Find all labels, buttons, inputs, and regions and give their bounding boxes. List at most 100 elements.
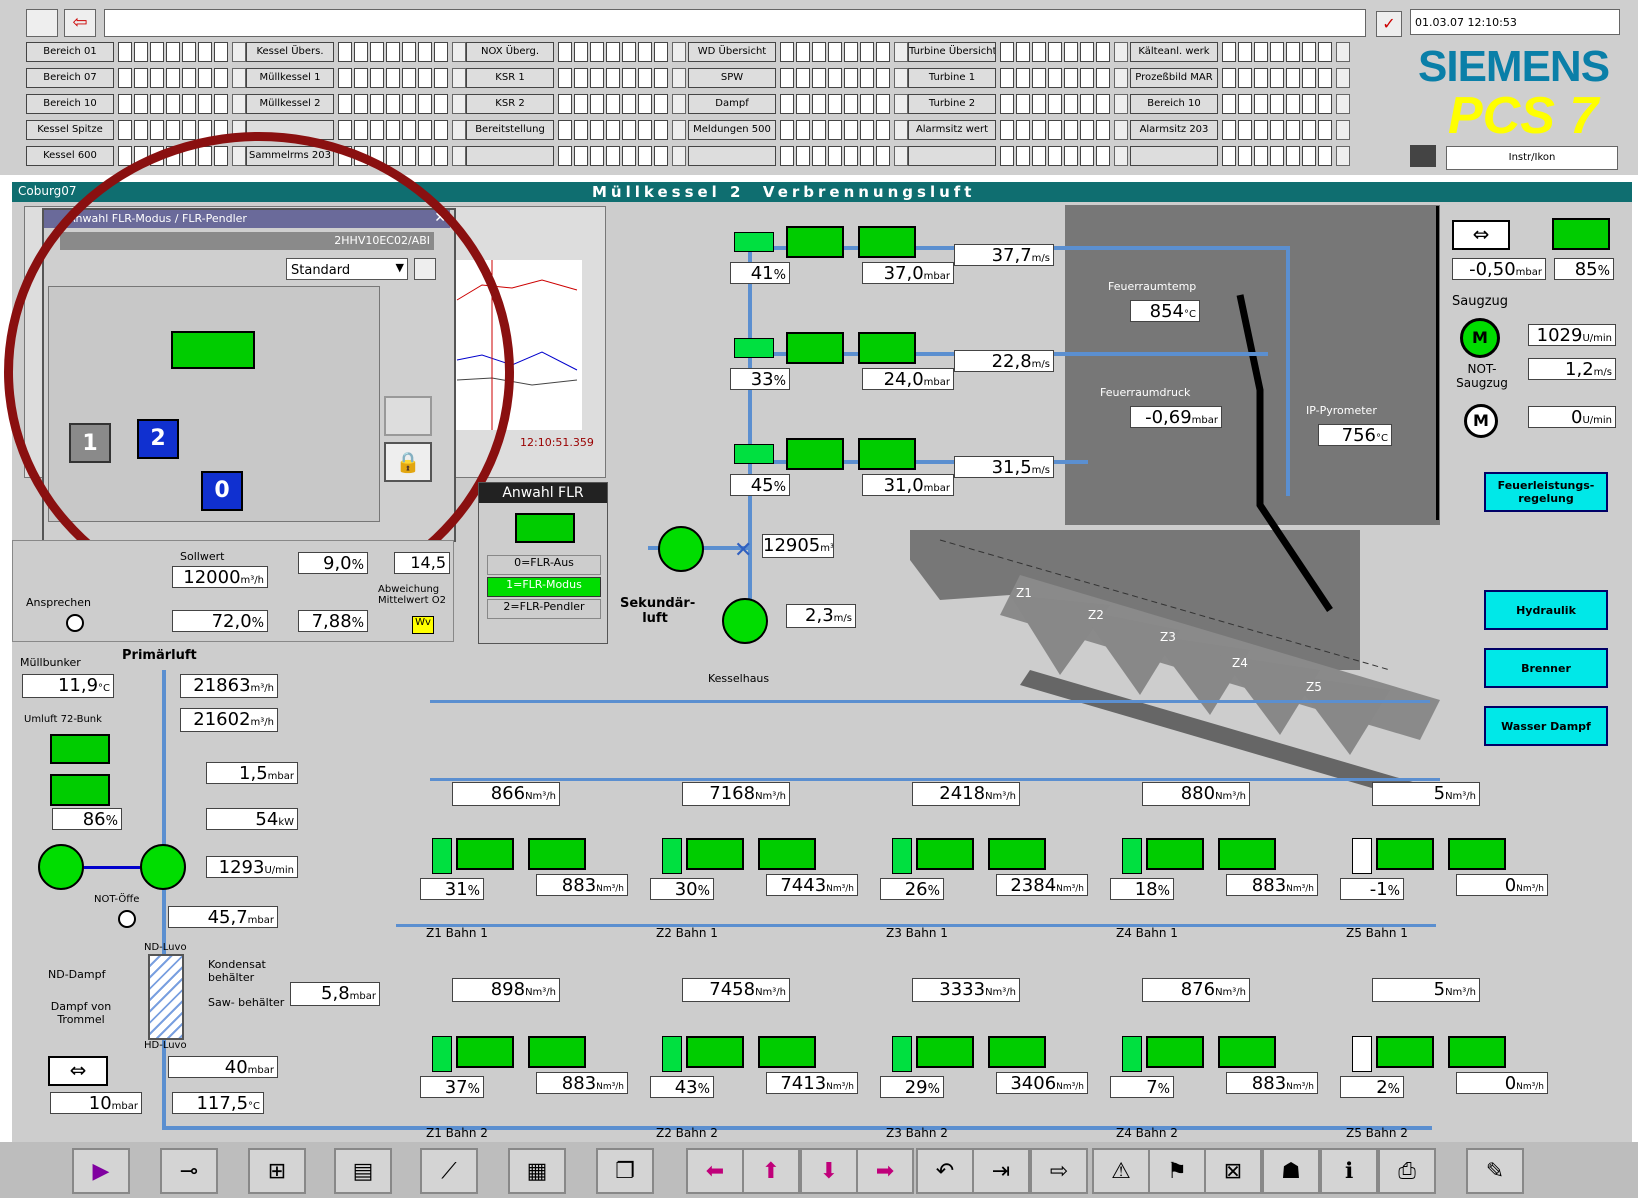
prim-damper[interactable]: ⇔ (48, 1056, 108, 1086)
area-button[interactable]: Kälteanl. werk (1130, 42, 1218, 62)
arrow-up-icon[interactable]: ⬆ (742, 1148, 800, 1194)
nav-arrow-icon[interactable] (452, 146, 466, 166)
back-icon[interactable]: ↶ (916, 1148, 974, 1194)
arrow-right-icon[interactable]: ➡ (856, 1148, 914, 1194)
zone-aux-valve[interactable] (432, 1036, 452, 1072)
nav-arrow-icon[interactable] (672, 68, 686, 88)
zone-shutoff-damper[interactable] (988, 1036, 1046, 1068)
nav-arrow-icon[interactable] (452, 42, 466, 62)
area-button[interactable]: KSR 1 (466, 68, 554, 88)
nav-arrow-icon[interactable] (672, 94, 686, 114)
zone-aux-valve[interactable] (432, 838, 452, 874)
hierarchy-icon[interactable]: ⊞ (248, 1148, 306, 1194)
zone-control-valve[interactable] (686, 1036, 744, 1068)
nav-arrow-icon[interactable] (232, 94, 246, 114)
anwahl-indicator[interactable] (515, 513, 575, 543)
zone-shutoff-damper[interactable] (1218, 1036, 1276, 1068)
nav-arrow-icon[interactable] (1336, 68, 1350, 88)
nav-arrow-icon[interactable] (894, 68, 908, 88)
fan-indicator[interactable] (734, 444, 774, 464)
nav-arrow-icon[interactable] (1336, 146, 1350, 166)
zone-shutoff-damper[interactable] (988, 838, 1046, 870)
ack-icon[interactable]: ✓ (1376, 11, 1402, 37)
prim-fan-2[interactable] (140, 844, 186, 890)
control-valve[interactable] (786, 226, 844, 258)
zone-aux-valve[interactable] (1122, 838, 1142, 874)
sec-fan-2[interactable] (722, 598, 768, 644)
area-button[interactable]: Kessel 600 (26, 146, 114, 166)
area-button[interactable]: Bereich 07 (26, 68, 114, 88)
brenner-button[interactable]: Brenner (1484, 648, 1608, 688)
area-button[interactable]: Meldungen 500 (688, 120, 776, 140)
nav-arrow-icon[interactable] (1114, 42, 1128, 62)
wasser-dampf-button[interactable]: Wasser Dampf (1484, 706, 1608, 746)
nav-arrow-icon[interactable] (894, 94, 908, 114)
zone-control-valve[interactable] (1376, 838, 1434, 870)
area-button[interactable]: KSR 2 (466, 94, 554, 114)
area-button[interactable]: Bereich 01 (26, 42, 114, 62)
zone-control-valve[interactable] (916, 838, 974, 870)
nav-arrow-icon[interactable] (1114, 68, 1128, 88)
zone-aux-valve[interactable] (1352, 838, 1372, 874)
alarm1-icon[interactable]: ⚠ (1092, 1148, 1150, 1194)
plug-icon[interactable]: ⊸ (160, 1148, 218, 1194)
area-button[interactable]: SPW (688, 68, 776, 88)
nav-arrow-icon[interactable] (1114, 146, 1128, 166)
nav-arrow-icon[interactable] (1336, 42, 1350, 62)
fan-indicator[interactable] (734, 338, 774, 358)
nav-arrow-icon[interactable] (894, 120, 908, 140)
anwahl-opt0[interactable]: 0=FLR-Aus (487, 555, 601, 575)
area-button[interactable]: Dampf (688, 94, 776, 114)
nav-arrow-icon[interactable] (452, 120, 466, 140)
area-button[interactable]: Alarmsitz 203 (1130, 120, 1218, 140)
log-icon[interactable]: ✎ (1466, 1148, 1524, 1194)
nav-arrow-icon[interactable] (1114, 120, 1128, 140)
zone-control-valve[interactable] (686, 838, 744, 870)
forward-icon[interactable]: ⇨ (1030, 1148, 1088, 1194)
not-oeffe-radio[interactable] (118, 910, 136, 928)
next-icon[interactable]: ⇥ (972, 1148, 1030, 1194)
area-button[interactable]: Bereich 10 (1130, 94, 1218, 114)
area-button[interactable]: WD Übersicht (688, 42, 776, 62)
zone-shutoff-damper[interactable] (758, 1036, 816, 1068)
alarm2-icon[interactable]: ⚑ (1148, 1148, 1206, 1194)
zone-control-valve[interactable] (456, 1036, 514, 1068)
anwahl-opt1[interactable]: 1=FLR-Modus (487, 577, 601, 597)
zone-shutoff-damper[interactable] (1448, 1036, 1506, 1068)
area-button[interactable] (466, 146, 554, 166)
zone-control-valve[interactable] (1146, 1036, 1204, 1068)
nav-arrow-icon[interactable] (672, 42, 686, 62)
nav-arrow-icon[interactable] (672, 120, 686, 140)
feuerleistung-button[interactable]: Feuerleistungs- regelung (1484, 472, 1608, 512)
zone-shutoff-damper[interactable] (528, 1036, 586, 1068)
sec-fan-1[interactable] (658, 526, 704, 572)
zone-aux-valve[interactable] (1122, 1036, 1142, 1072)
draft-damper[interactable]: ⇔ (1452, 220, 1510, 250)
area-button[interactable]: Bereitstellung (466, 120, 554, 140)
hydraulik-button[interactable]: Hydraulik (1484, 590, 1608, 630)
area-button[interactable]: Müllkessel 1 (246, 68, 334, 88)
fan-indicator[interactable] (734, 232, 774, 252)
saugzug-motor[interactable]: M (1460, 318, 1500, 358)
zone-aux-valve[interactable] (892, 838, 912, 874)
ansprechen-radio[interactable] (66, 614, 84, 632)
control-valve[interactable] (786, 438, 844, 470)
zone-shutoff-damper[interactable] (1218, 838, 1276, 870)
nav-arrow-icon[interactable] (1114, 94, 1128, 114)
arrow-down-icon[interactable]: ⬇ (800, 1148, 858, 1194)
sollwert-field[interactable]: 12000m³/h (172, 566, 268, 588)
alarm3-icon[interactable]: ⊠ (1204, 1148, 1262, 1194)
printer-icon[interactable]: ⎙ (1378, 1148, 1436, 1194)
area-button[interactable]: Prozeßbild MAR (1130, 68, 1218, 88)
picture-icon[interactable]: ▤ (334, 1148, 392, 1194)
area-button[interactable]: Kessel Spitze (26, 120, 114, 140)
zone-control-valve[interactable] (916, 1036, 974, 1068)
area-button[interactable]: Turbine 1 (908, 68, 996, 88)
zone-aux-valve[interactable] (662, 838, 682, 874)
area-button[interactable] (1130, 146, 1218, 166)
area-button[interactable]: Turbine 2 (908, 94, 996, 114)
area-button[interactable]: Bereich 10 (26, 94, 114, 114)
app-icon[interactable] (26, 9, 58, 37)
info-icon[interactable]: ℹ (1320, 1148, 1378, 1194)
nav-arrow-icon[interactable] (232, 68, 246, 88)
